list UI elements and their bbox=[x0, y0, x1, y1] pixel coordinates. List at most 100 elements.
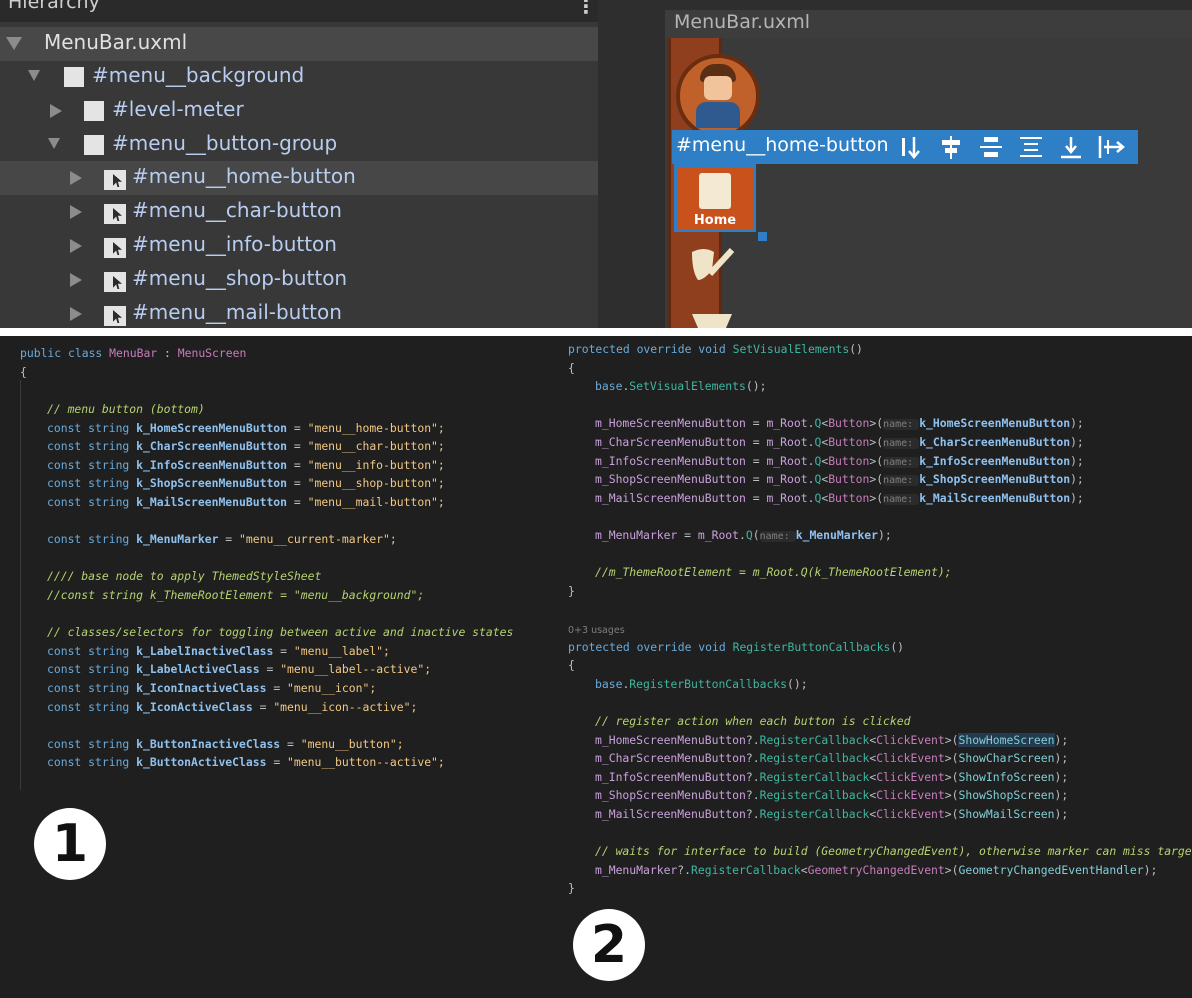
code-line: base.RegisterButtonCallbacks(); bbox=[595, 676, 808, 691]
code-line: const string k_LabelInactiveClass = "men… bbox=[47, 643, 390, 658]
code-line: m_HomeScreenMenuButton?.RegisterCallback… bbox=[595, 732, 1069, 747]
tree-label: #menu__home-button bbox=[132, 164, 356, 188]
code-line: m_CharScreenMenuButton?.RegisterCallback… bbox=[595, 751, 1069, 766]
handler-name: ShowInfoScreen bbox=[958, 769, 1055, 784]
align-center-icon[interactable] bbox=[936, 134, 966, 160]
button-element-icon bbox=[104, 272, 126, 292]
avatar-shirt bbox=[696, 102, 740, 128]
tree-row[interactable]: #menu__shop-button bbox=[0, 263, 598, 297]
selected-element-name: #menu__home-button bbox=[676, 134, 889, 156]
collapse-arrow-icon[interactable] bbox=[70, 205, 82, 219]
expand-arrow-icon[interactable] bbox=[28, 70, 40, 81]
const-name: k_ShopScreenMenuButton bbox=[136, 476, 288, 491]
step-badge-1: 1 bbox=[34, 808, 106, 880]
collapse-arrow-icon[interactable] bbox=[70, 171, 82, 185]
code-editor-methods: protected override void SetVisualElement… bbox=[568, 340, 1192, 900]
handler-name: ShowShopScreen bbox=[958, 788, 1055, 803]
justify-space-icon[interactable] bbox=[1016, 134, 1046, 160]
method-signature: protected override void SetVisualElement… bbox=[568, 342, 863, 356]
code-brace: { bbox=[568, 360, 575, 375]
handler-name: ShowMailScreen bbox=[958, 807, 1055, 821]
code-line: m_MailScreenMenuButton?.RegisterCallback… bbox=[595, 807, 1069, 821]
code-editor-menubar: public class MenuBar : MenuScreen { // m… bbox=[20, 344, 560, 794]
code-brace: { bbox=[568, 658, 575, 673]
code-brace: } bbox=[568, 583, 575, 598]
code-line: const string k_CharScreenMenuButton = "m… bbox=[47, 439, 445, 454]
tree-label: #menu__button-group bbox=[112, 131, 338, 155]
castle-icon bbox=[699, 173, 731, 209]
const-name: k_InfoScreenMenuButton bbox=[136, 457, 288, 472]
code-comment: //const string k_ThemeRootElement = "men… bbox=[47, 588, 425, 602]
tree-row-selected[interactable]: #menu__home-button bbox=[0, 161, 598, 195]
arg-name: k_MailScreenMenuButton bbox=[919, 490, 1071, 505]
tree-row[interactable]: #level-meter bbox=[0, 94, 598, 128]
section-divider bbox=[0, 328, 1192, 336]
arg-name: k_InfoScreenMenuButton bbox=[919, 453, 1071, 468]
collapse-arrow-icon[interactable] bbox=[70, 273, 82, 287]
collapse-arrow-icon[interactable] bbox=[70, 239, 82, 253]
const-name: k_IconActiveClass bbox=[136, 699, 253, 714]
tree-row[interactable]: #menu__button-group bbox=[0, 128, 598, 162]
avatar[interactable] bbox=[676, 54, 760, 138]
resize-handle[interactable] bbox=[758, 232, 767, 241]
visual-element-icon bbox=[64, 67, 84, 87]
field-name: m_InfoScreenMenuButton bbox=[595, 453, 746, 468]
method-signature: protected override void RegisterButtonCa… bbox=[568, 639, 905, 654]
code-comment: // register action when each button is c… bbox=[595, 714, 911, 728]
code-brace: { bbox=[20, 364, 27, 379]
shop-icon[interactable] bbox=[686, 306, 738, 328]
button-element-icon bbox=[104, 170, 126, 190]
hierarchy-title: Hierarchy bbox=[8, 0, 100, 13]
hierarchy-menu-icon[interactable]: ⋮ bbox=[576, 0, 596, 18]
code-comment: // menu button (bottom) bbox=[47, 402, 205, 416]
tree-row[interactable]: #menu__char-button bbox=[0, 195, 598, 229]
align-end-icon[interactable] bbox=[1056, 134, 1086, 160]
sword-shield-icon[interactable] bbox=[686, 244, 738, 284]
home-button-label: Home bbox=[693, 213, 737, 228]
field-name: m_MailScreenMenuButton bbox=[595, 490, 746, 505]
direction-row-icon[interactable] bbox=[1096, 134, 1126, 160]
const-value: "menu__info-button"; bbox=[307, 457, 445, 472]
tree-row[interactable]: #menu__background bbox=[0, 60, 598, 94]
method-call: SetVisualElements bbox=[629, 379, 746, 394]
hierarchy-panel: Hierarchy ⋮ MenuBar.uxml #menu__backgrou… bbox=[0, 0, 598, 328]
field-name: m_ShopScreenMenuButton bbox=[595, 472, 746, 487]
const-value: "menu__button"; bbox=[300, 736, 404, 751]
code-line: base.SetVisualElements(); bbox=[595, 379, 767, 394]
visual-element-icon bbox=[84, 101, 104, 121]
expand-arrow-icon[interactable] bbox=[6, 37, 22, 50]
code-line: m_MenuMarker?.RegisterCallback<GeometryC… bbox=[595, 862, 1158, 877]
menu-home-button[interactable]: Home bbox=[674, 164, 756, 232]
field-name: m_MailScreenMenuButton bbox=[595, 807, 746, 821]
collapse-arrow-icon[interactable] bbox=[50, 104, 62, 118]
tree-row-root[interactable]: MenuBar.uxml bbox=[0, 27, 598, 61]
code-line: const string k_InfoScreenMenuButton = "m… bbox=[47, 457, 445, 472]
code-line: m_MenuMarker = m_Root.Q(name: k_MenuMark… bbox=[595, 528, 892, 542]
field-name: m_CharScreenMenuButton bbox=[595, 435, 746, 449]
code-line: const string k_ButtonInactiveClass = "me… bbox=[47, 736, 404, 751]
tree-label: #menu__mail-button bbox=[132, 300, 342, 324]
code-line: const string k_MailScreenMenuButton = "m… bbox=[47, 495, 445, 509]
const-name: k_CharScreenMenuButton bbox=[136, 439, 288, 454]
arg-name: k_CharScreenMenuButton bbox=[919, 435, 1071, 449]
code-line: const string k_IconActiveClass = "menu__… bbox=[47, 699, 418, 714]
tree-label: #menu__info-button bbox=[132, 232, 337, 256]
const-value: "menu__current-marker"; bbox=[239, 532, 397, 547]
code-line: m_InfoScreenMenuButton = m_Root.Q<Button… bbox=[595, 453, 1084, 468]
collapse-arrow-icon[interactable] bbox=[70, 307, 82, 321]
align-stretch-icon[interactable] bbox=[896, 134, 926, 160]
code-line: m_ShopScreenMenuButton = m_Root.Q<Button… bbox=[595, 472, 1084, 487]
code-line: const string k_ShopScreenMenuButton = "m… bbox=[47, 476, 445, 491]
field-name: m_HomeScreenMenuButton bbox=[595, 416, 746, 431]
align-middle-icon[interactable] bbox=[976, 134, 1006, 160]
visual-element-icon bbox=[84, 135, 104, 155]
const-value: "menu__label--active"; bbox=[280, 662, 432, 677]
handler-name: GeometryChangedEventHandler bbox=[958, 862, 1144, 877]
indent-guide bbox=[20, 380, 21, 790]
handler-name: ShowHomeScreen bbox=[958, 732, 1055, 747]
tree-row[interactable]: #menu__info-button bbox=[0, 229, 598, 263]
tree-row[interactable]: #menu__mail-button bbox=[0, 297, 598, 328]
expand-arrow-icon[interactable] bbox=[48, 138, 60, 149]
button-element-icon bbox=[104, 238, 126, 258]
code-comment: //m_ThemeRootElement = m_Root.Q(k_ThemeR… bbox=[595, 565, 952, 580]
